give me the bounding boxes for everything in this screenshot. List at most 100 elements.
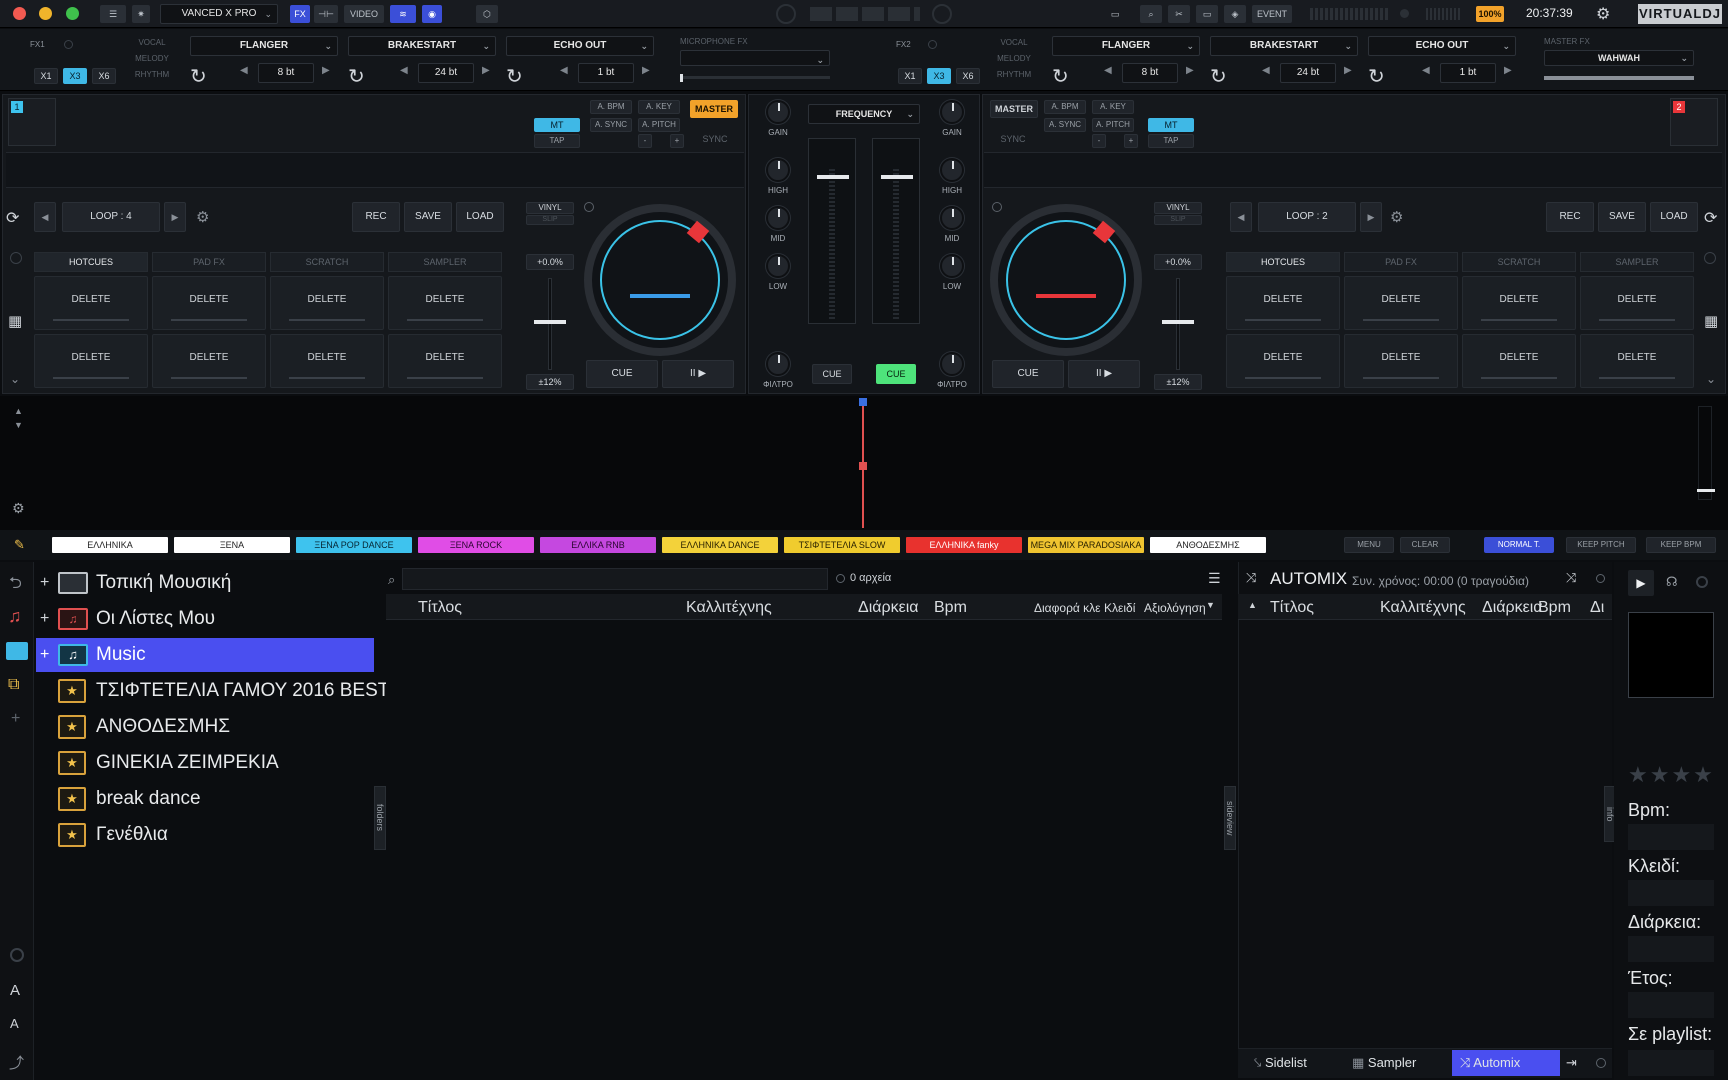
split-icon[interactable]: ⊣⊢ <box>314 5 338 23</box>
fx2-slot3-next-icon[interactable]: ▶ <box>1504 65 1512 76</box>
deck1-auto-key[interactable]: A. KEY <box>638 100 680 114</box>
list-options-icon[interactable]: ☰ <box>1208 570 1221 587</box>
deck1-plus-button[interactable]: + <box>670 134 684 148</box>
fx2-slot1-prev-icon[interactable]: ◀ <box>1104 65 1112 76</box>
minimize-window-button[interactable] <box>39 7 52 20</box>
deck1-loop-settings-icon[interactable]: ⚙ <box>196 208 209 226</box>
sidelist-export-icon[interactable]: ⇥ <box>1566 1050 1584 1076</box>
deck1-tab-scratch[interactable]: SCRATCH <box>270 252 384 272</box>
fx1-slot3-next-icon[interactable]: ▶ <box>642 65 650 76</box>
deck2-pad-3[interactable]: DELETE <box>1462 276 1576 330</box>
col-title[interactable]: Τίτλος <box>418 597 462 619</box>
deck2-loop-settings-icon[interactable]: ⚙ <box>1390 208 1403 226</box>
tag-mega-mix[interactable]: MEGA MIX PARADOSIAKA <box>1028 537 1144 553</box>
mixer-gain-right-knob[interactable] <box>940 100 964 124</box>
shuffle-icon[interactable]: ⤨ <box>1246 570 1256 586</box>
col-artist[interactable]: Καλλιτέχνης <box>686 597 772 619</box>
deck1-pad-4[interactable]: DELETE <box>388 276 502 330</box>
mic-fx-select[interactable]: ⌄ <box>680 50 830 66</box>
fx2-melody[interactable]: MELODY <box>990 54 1038 63</box>
deck2-pad-8[interactable]: DELETE <box>1580 334 1694 388</box>
fx1-slot1-prev-icon[interactable]: ◀ <box>240 65 248 76</box>
deck2-load-button[interactable]: LOAD <box>1650 202 1698 232</box>
tree-item-ginekia-zeimpekia[interactable]: ★ GINEKIA ZEIMPEKIA <box>36 746 372 780</box>
col-key-diff[interactable]: Διαφορά κλε <box>1034 597 1101 619</box>
deck1-mt-button[interactable]: MT <box>534 118 580 132</box>
tree-item-local-music[interactable]: + Τοπική Μουσική <box>36 566 372 600</box>
waveform-zoom-slider[interactable] <box>1697 406 1715 500</box>
fx1-slot2-knob-icon[interactable]: ↻ <box>348 64 365 89</box>
fx1-slot1-knob-icon[interactable]: ↻ <box>190 64 207 89</box>
automix-col-extra[interactable]: Δι <box>1590 597 1604 619</box>
deck2-auto-bpm[interactable]: A. BPM <box>1044 100 1086 114</box>
strip-circle-icon[interactable] <box>10 948 24 962</box>
deck1-loop-size[interactable]: LOOP : 4 <box>62 202 160 232</box>
mixer-high-left-knob[interactable] <box>766 158 790 182</box>
sidelist-tab[interactable]: ⤥ Sidelist <box>1242 1050 1342 1076</box>
deck2-mt-button[interactable]: MT <box>1148 118 1194 132</box>
tag-xena[interactable]: ΞΕΝΑ <box>174 537 290 553</box>
deck2-slip-button[interactable]: SLIP <box>1154 215 1202 225</box>
clear-button[interactable]: CLEAR <box>1400 537 1450 553</box>
layers-icon[interactable]: ◈ <box>1224 5 1246 23</box>
deck1-pad-3[interactable]: DELETE <box>270 276 384 330</box>
waveform-settings-icon[interactable]: ⚙ <box>12 500 25 517</box>
fx1-slot1-next-icon[interactable]: ▶ <box>322 65 330 76</box>
keep-bpm-button[interactable]: KEEP BPM <box>1646 537 1716 553</box>
deck2-pad-1[interactable]: DELETE <box>1226 276 1340 330</box>
fx-button[interactable]: FX <box>290 5 310 23</box>
fx1-slot2-next-icon[interactable]: ▶ <box>482 65 490 76</box>
deck1-grid-icon[interactable]: ▦ <box>8 312 22 330</box>
headphones-icon[interactable]: ☊ <box>1666 574 1678 590</box>
mixer-filter-left-knob[interactable] <box>766 352 790 376</box>
cube-icon[interactable]: ⬡ <box>476 5 498 23</box>
mic-fx-slider[interactable] <box>680 74 830 82</box>
maximize-window-button[interactable] <box>66 7 79 20</box>
deck2-plus-button[interactable]: + <box>1124 134 1138 148</box>
deck2-pitch-slider[interactable] <box>1162 320 1194 324</box>
deck1-save-button[interactable]: SAVE <box>404 202 452 232</box>
fx1-slot1-select[interactable]: FLANGER ⌄ <box>190 36 338 56</box>
automix-col-duration[interactable]: Διάρκεια <box>1482 597 1543 619</box>
tree-item-genethlia[interactable]: ★ Γενέθλια <box>36 818 372 852</box>
deck1-pad-7[interactable]: DELETE <box>270 334 384 388</box>
fx1-x1-button[interactable]: X1 <box>34 68 58 84</box>
deck1-master-button[interactable]: MASTER <box>690 100 738 118</box>
keep-pitch-button[interactable]: KEEP PITCH <box>1566 537 1636 553</box>
mixer-volume-right-fader[interactable] <box>881 175 913 179</box>
deck1-pad-5[interactable]: DELETE <box>34 334 148 388</box>
add-strip-icon[interactable]: + <box>11 710 20 728</box>
deck2-pad-4[interactable]: DELETE <box>1580 276 1694 330</box>
search-input[interactable] <box>402 568 828 590</box>
deck2-pitch-range[interactable]: ±12% <box>1154 374 1202 390</box>
tree-item-my-lists[interactable]: + ♫ Οι Λίστες Μου <box>36 602 372 636</box>
deck2-loop-size[interactable]: LOOP : 2 <box>1258 202 1356 232</box>
deck2-tab-scratch[interactable]: SCRATCH <box>1462 252 1576 272</box>
deck1-waveform[interactable] <box>6 152 744 188</box>
col-duration[interactable]: Διάρκεια <box>858 597 919 619</box>
font-larger-icon[interactable]: A <box>10 982 20 999</box>
deck1-cue-button[interactable]: CUE <box>586 360 658 388</box>
deck1-pad-8[interactable]: DELETE <box>388 334 502 388</box>
deck2-cue-button[interactable]: CUE <box>992 360 1064 388</box>
deck2-play-button[interactable]: II ▶ <box>1068 360 1140 388</box>
fx2-slot2-next-icon[interactable]: ▶ <box>1344 65 1352 76</box>
deck2-pad-6[interactable]: DELETE <box>1344 334 1458 388</box>
deck2-auto-sync[interactable]: A. SYNC <box>1044 118 1086 132</box>
sidelist-options-icon[interactable] <box>1596 1058 1606 1068</box>
file-list-body[interactable] <box>386 620 1222 1078</box>
deck1-minus-button[interactable]: - <box>638 134 652 148</box>
folder-strip-icon[interactable] <box>6 642 28 660</box>
deck1-loop-prev[interactable]: ◀ <box>34 202 56 232</box>
mixer-volume-left-fader[interactable] <box>817 175 849 179</box>
col-bpm[interactable]: Bpm <box>934 597 967 619</box>
mixer-mid-left-knob[interactable] <box>766 206 790 230</box>
mixer-frequency-select[interactable]: FREQUENCY ⌄ <box>808 104 920 124</box>
zoom-up-icon[interactable]: ▲ <box>14 406 23 416</box>
deck1-pitch-slider[interactable] <box>534 320 566 324</box>
fx2-slot3-select[interactable]: ECHO OUT ⌄ <box>1368 36 1516 56</box>
deck1-auto-bpm[interactable]: A. BPM <box>590 100 632 114</box>
stack-strip-icon[interactable]: ⧉ <box>8 676 19 694</box>
col-key[interactable]: Κλειδί <box>1104 597 1135 619</box>
mixer-cue-left-button[interactable]: CUE <box>812 364 852 384</box>
